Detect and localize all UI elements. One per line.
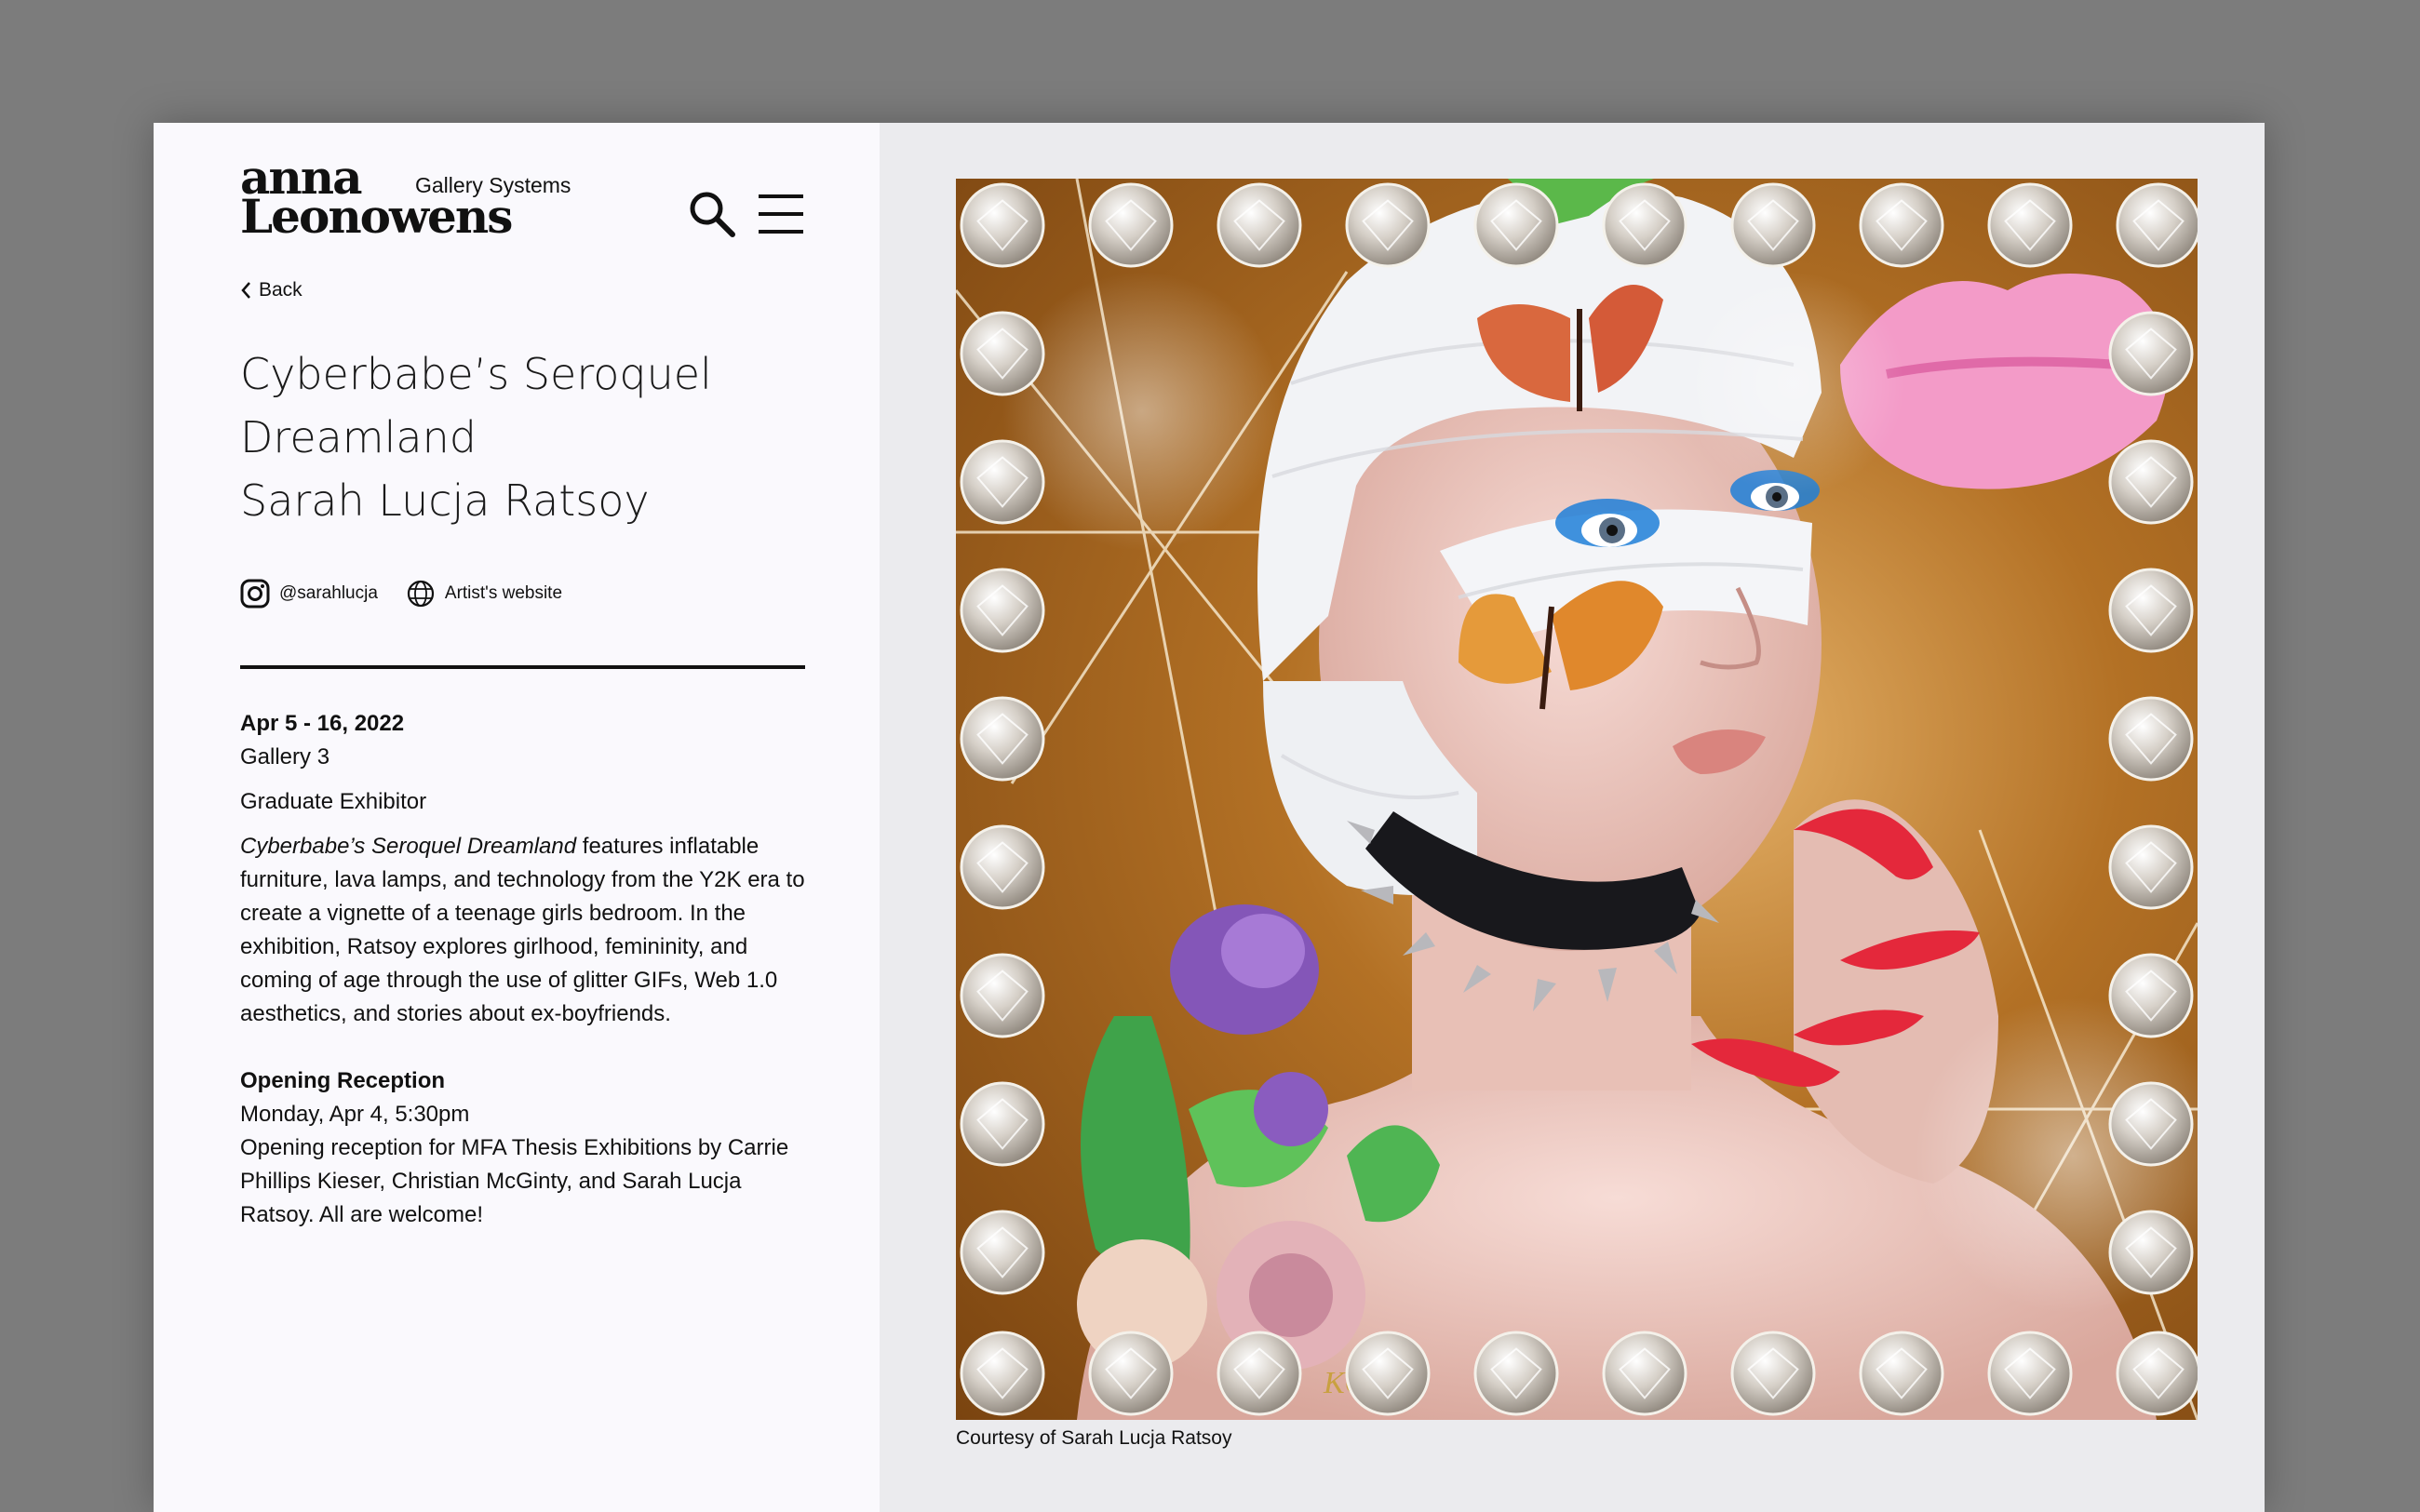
- browser-window: anna Leonowens Gallery Systems Back Cybe…: [154, 123, 2265, 1512]
- artist-name: Sarah Lucja Ratsoy: [240, 475, 650, 526]
- diamond-gem: [1473, 182, 1559, 268]
- reception-time: Monday, Apr 4, 5:30pm: [240, 1102, 470, 1127]
- section-divider: [240, 665, 805, 669]
- diamond-gem: [960, 182, 1045, 268]
- reception-description: Opening reception for MFA Thesis Exhibit…: [240, 1135, 789, 1227]
- diamond-gem: [1217, 182, 1302, 268]
- diamond-gem: [2108, 311, 2194, 396]
- diamond-gem: [2108, 1210, 2194, 1295]
- diamond-gem: [1859, 182, 1944, 268]
- info-panel: anna Leonowens Gallery Systems Back Cybe…: [154, 123, 880, 1512]
- diamond-gem: [1602, 1331, 1687, 1416]
- description-text: features inflatable furniture, lava lamp…: [240, 834, 805, 1026]
- exhibitor-category: Graduate Exhibitor: [240, 789, 427, 814]
- diamond-gem: [1345, 1331, 1431, 1416]
- chevron-left-icon: [241, 282, 250, 299]
- title-line-2: Dreamland: [240, 412, 477, 462]
- artwork-image[interactable]: KC: [956, 179, 2198, 1420]
- diamond-gem: [1345, 182, 1431, 268]
- diamond-gem: [2108, 1081, 2194, 1167]
- title-line-1: Cyberbabe’s Seroquel: [240, 349, 712, 399]
- page-title: Cyberbabe’s Seroquel Dreamland Sarah Luc…: [240, 342, 817, 532]
- diamond-gem: [1473, 1331, 1559, 1416]
- diamond-gem: [1730, 1331, 1816, 1416]
- diamond-gem: [960, 824, 1045, 910]
- instagram-handle: @sarahlucja: [279, 583, 378, 603]
- diamond-gem: [960, 1081, 1045, 1167]
- diamond-gem: [960, 953, 1045, 1038]
- artist-website-link[interactable]: Artist's website: [406, 579, 562, 609]
- diamond-gem: [1088, 1331, 1174, 1416]
- diamond-gem: [960, 568, 1045, 653]
- diamond-gem: [960, 311, 1045, 396]
- exhibition-info: Apr 5 - 16, 2022 Gallery 3 Graduate Exhi…: [240, 707, 813, 1232]
- exhibition-description: Cyberbabe’s Seroquel Dreamland features …: [240, 830, 813, 1031]
- diamond-gem: [1088, 182, 1174, 268]
- diamond-gem: [2108, 824, 2194, 910]
- back-link[interactable]: Back: [240, 279, 302, 301]
- diamond-gem: [1602, 182, 1687, 268]
- logo-line-2: Leonowens: [240, 189, 513, 244]
- diamond-gem: [2116, 182, 2198, 268]
- diamond-gem: [2108, 953, 2194, 1038]
- diamond-gem: [2108, 439, 2194, 525]
- diamond-gem: [1859, 1331, 1944, 1416]
- search-button[interactable]: [686, 188, 738, 240]
- diamond-gem: [2108, 696, 2194, 782]
- diamond-gem: [960, 1210, 1045, 1295]
- instagram-link[interactable]: @sarahlucja: [240, 579, 378, 609]
- diamond-gem: [960, 1331, 1045, 1416]
- diamond-gem: [2116, 1331, 2198, 1416]
- diamond-gem: [960, 696, 1045, 782]
- globe-icon: [407, 580, 435, 608]
- diamond-gem: [1217, 1331, 1302, 1416]
- description-title: Cyberbabe’s Seroquel Dreamland: [240, 834, 577, 859]
- social-links: @sarahlucja Artist's website: [240, 579, 562, 609]
- back-label: Back: [259, 279, 302, 301]
- menu-icon: [759, 194, 803, 234]
- search-icon: [690, 192, 735, 237]
- exhibition-gallery: Gallery 3: [240, 744, 330, 769]
- menu-button[interactable]: [757, 192, 805, 236]
- instagram-icon: [240, 579, 270, 609]
- image-panel: KC Courtesy of Sarah Lucja Ratsoy: [880, 123, 2265, 1512]
- diamond-gem: [2108, 568, 2194, 653]
- reception-heading: Opening Reception: [240, 1068, 446, 1093]
- website-label: Artist's website: [444, 583, 563, 603]
- site-logo[interactable]: anna Leonowens Gallery Systems: [240, 154, 575, 251]
- diamond-gem: [1987, 182, 2073, 268]
- exhibition-dates: Apr 5 - 16, 2022: [240, 711, 405, 736]
- diamond-gem: [960, 439, 1045, 525]
- logo-subtitle: Gallery Systems: [415, 173, 571, 197]
- diamond-gem: [1987, 1331, 2073, 1416]
- image-caption: Courtesy of Sarah Lucja Ratsoy: [956, 1427, 1232, 1449]
- diamond-gem: [1730, 182, 1816, 268]
- artwork-illustration: KC: [956, 179, 2198, 1420]
